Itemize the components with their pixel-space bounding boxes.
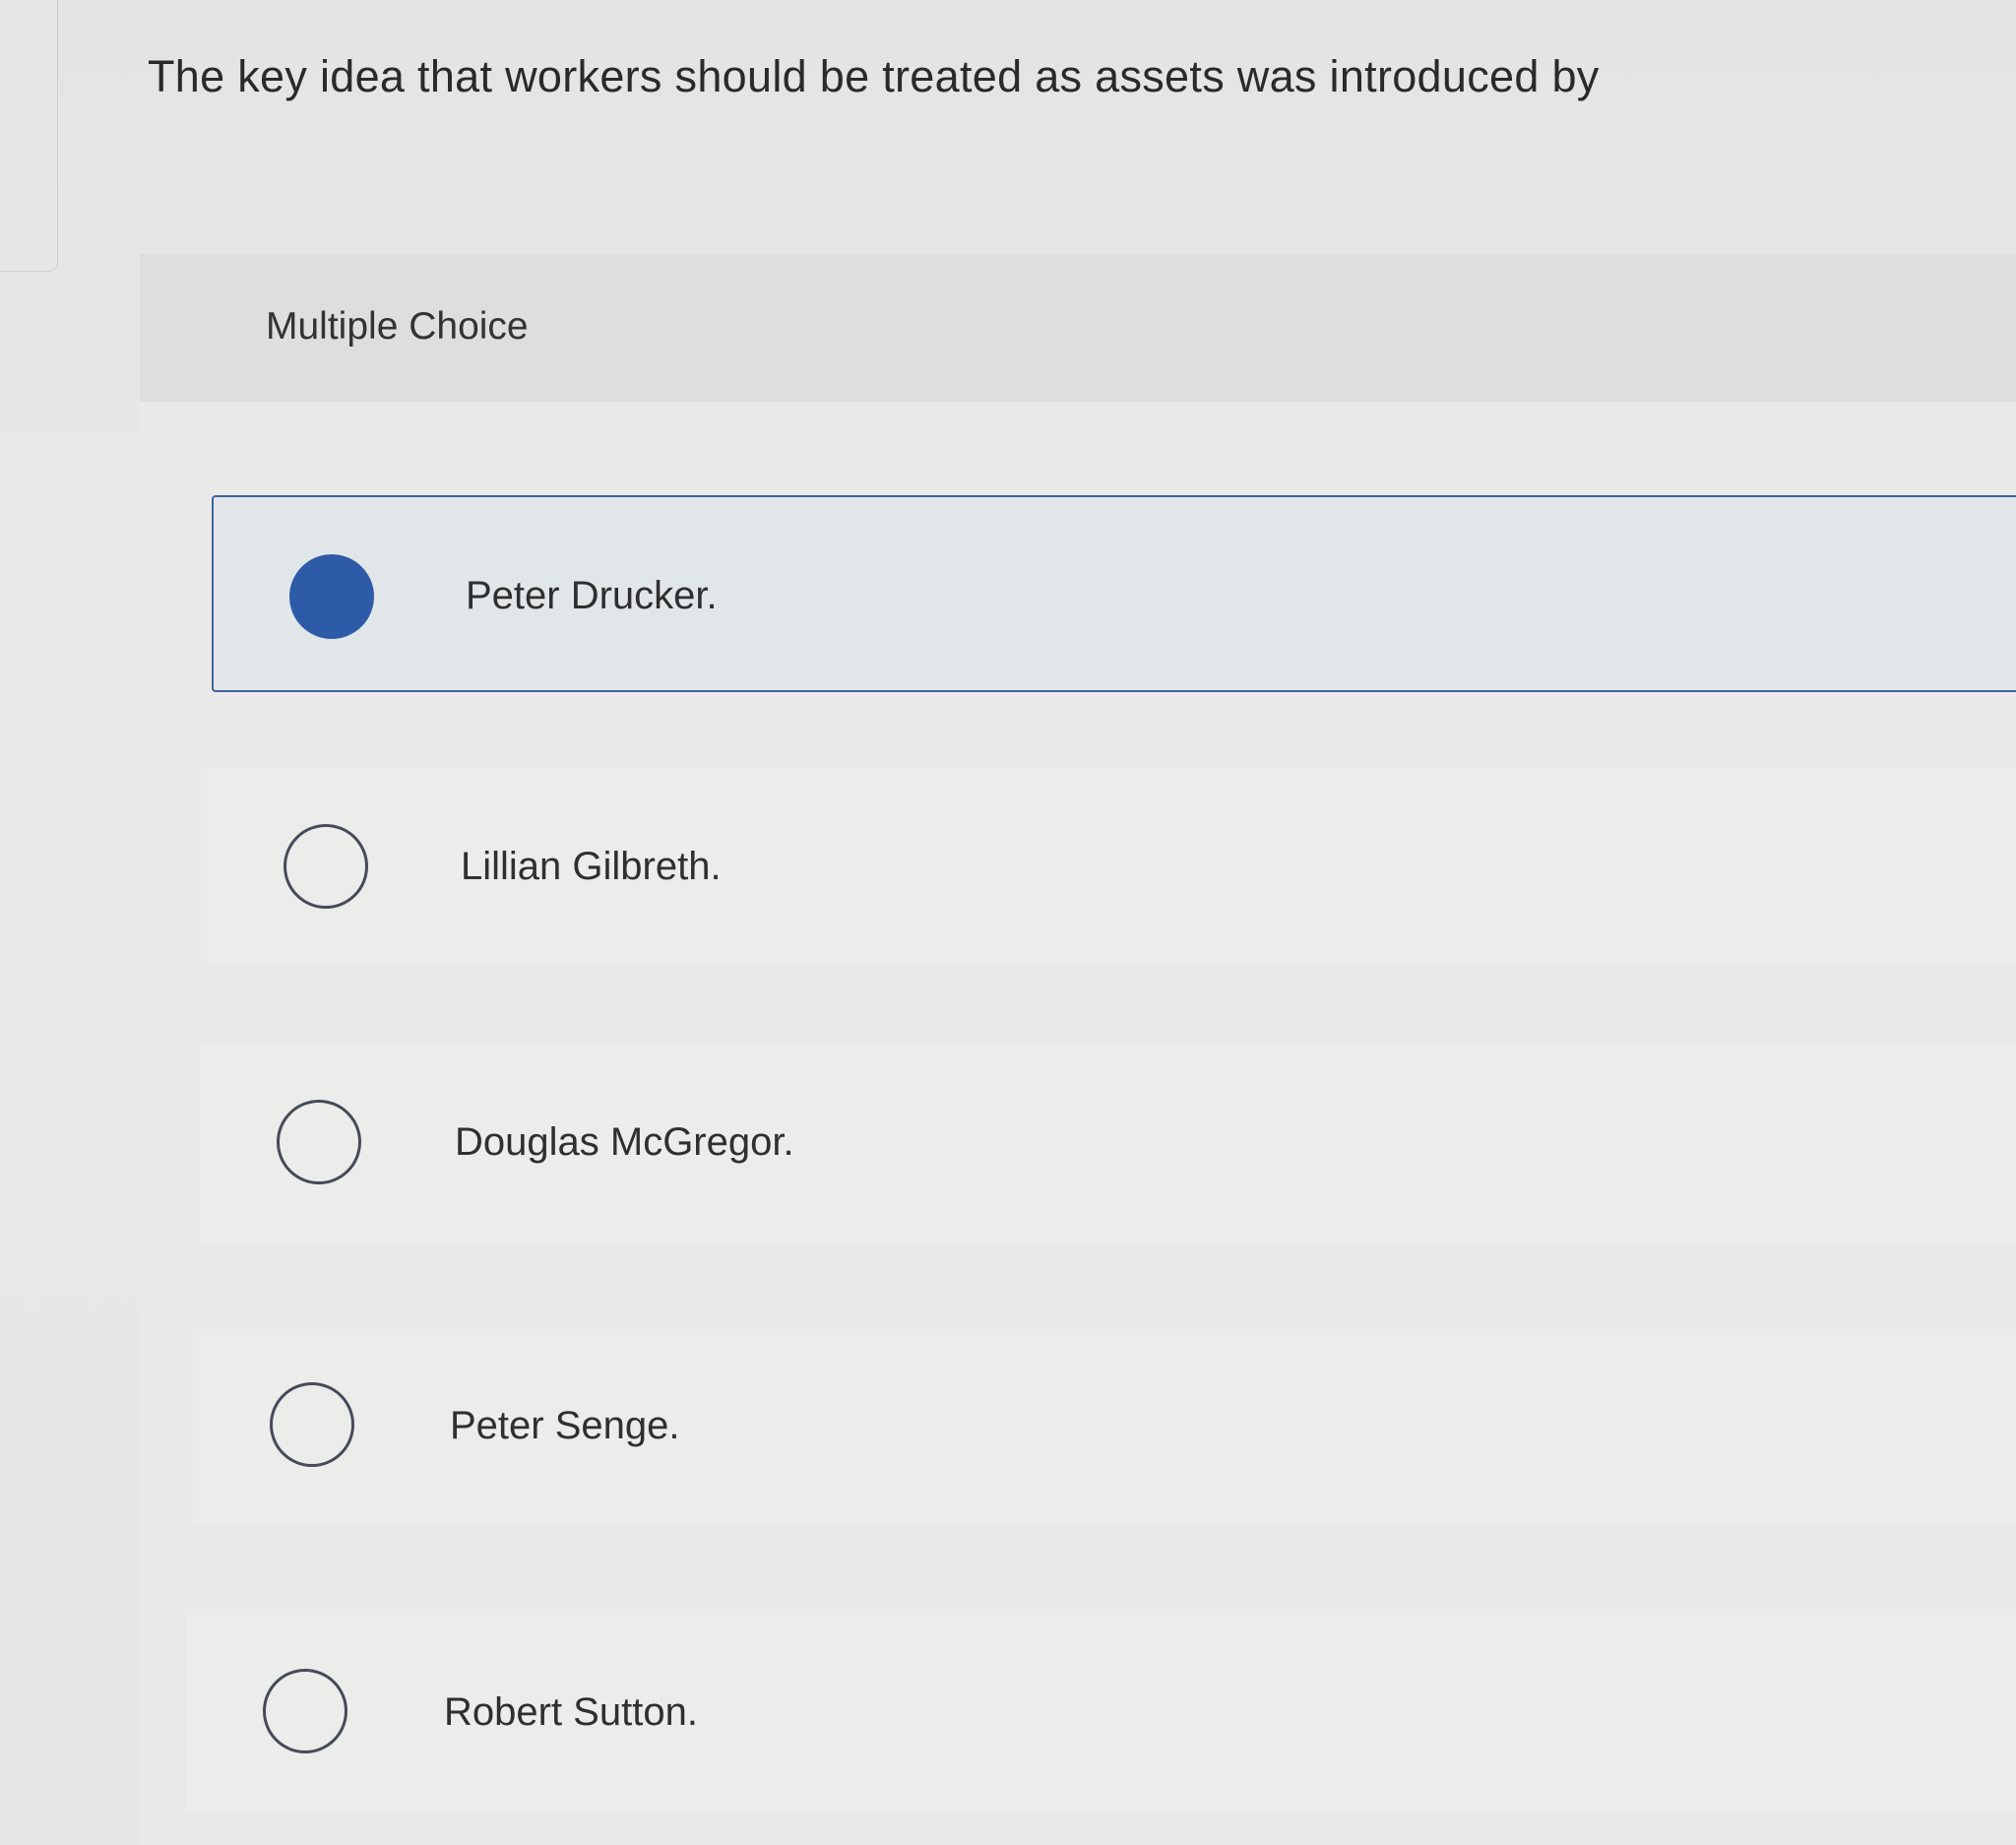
answer-option-peter-drucker[interactable]: Peter Drucker. (212, 495, 2016, 692)
radio-selected-icon[interactable] (289, 554, 374, 639)
answer-option-label: Lillian Gilbreth. (461, 845, 722, 888)
answer-option-label: Peter Drucker. (466, 574, 718, 617)
panel-header: Multiple Choice (140, 254, 2016, 402)
answer-option-lillian-gilbreth[interactable]: Lillian Gilbreth. (207, 768, 2016, 965)
radio-empty-icon[interactable] (277, 1100, 361, 1184)
answer-option-peter-senge[interactable]: Peter Senge. (193, 1329, 2016, 1526)
question-type-label: Multiple Choice (266, 305, 529, 348)
side-panel-edge (0, 0, 58, 272)
answer-option-label: Douglas McGregor. (455, 1120, 794, 1164)
answer-option-douglas-mcgregor[interactable]: Douglas McGregor. (200, 1046, 2016, 1242)
answer-option-robert-sutton[interactable]: Robert Sutton. (186, 1615, 2016, 1812)
answer-option-label: Peter Senge. (450, 1404, 680, 1447)
radio-empty-icon[interactable] (263, 1669, 347, 1753)
radio-empty-icon[interactable] (270, 1382, 354, 1467)
answer-option-label: Robert Sutton. (444, 1690, 698, 1734)
question-text: The key idea that workers should be trea… (148, 51, 1600, 101)
radio-empty-icon[interactable] (284, 824, 368, 909)
